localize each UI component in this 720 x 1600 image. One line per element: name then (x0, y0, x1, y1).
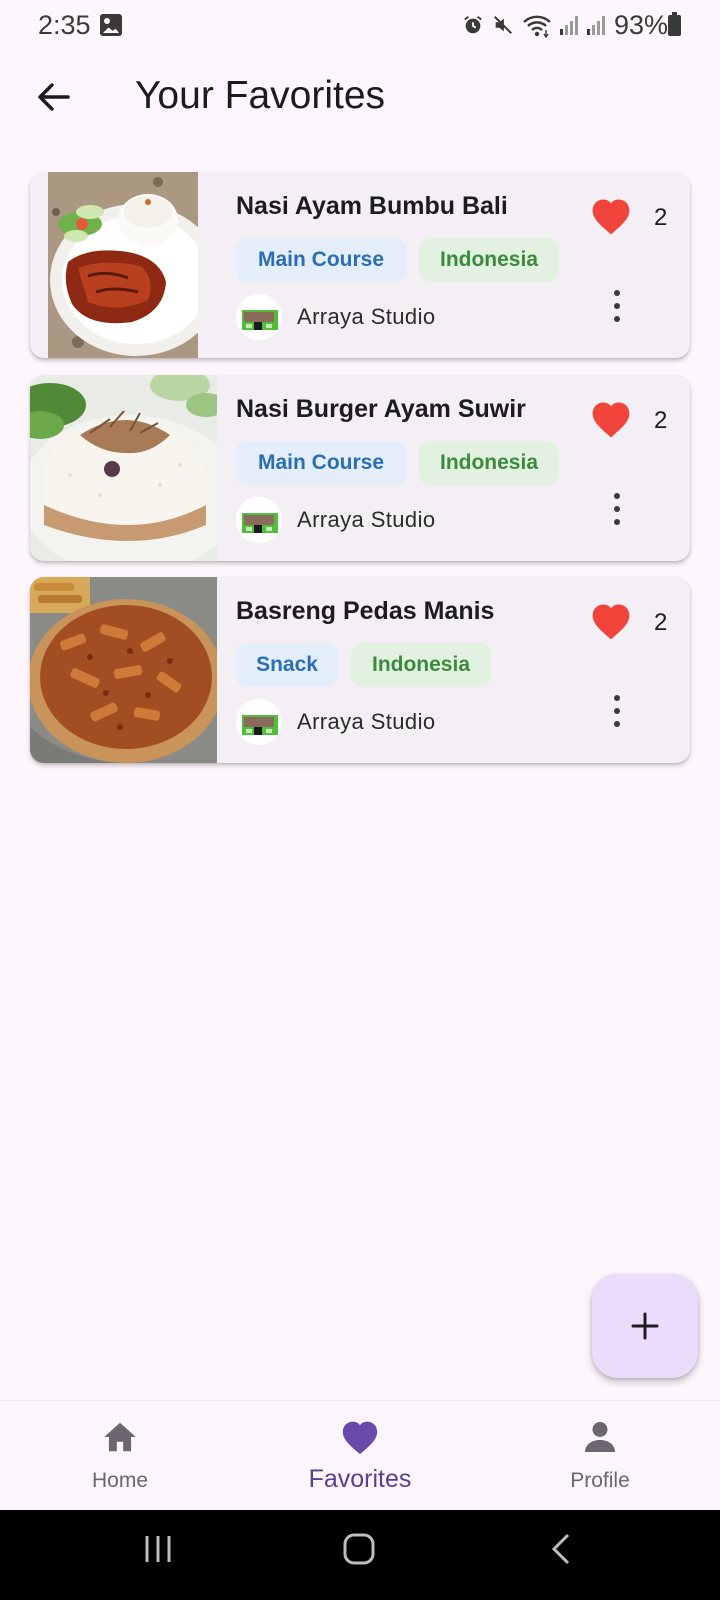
system-back-icon[interactable] (548, 1532, 574, 1566)
wifi-icon (523, 15, 551, 38)
nav-label: Favorites (308, 1465, 412, 1493)
avatar (236, 294, 282, 340)
heart-icon (592, 402, 630, 438)
more-vert-icon (614, 493, 620, 499)
author-name: Arraya Studio (297, 304, 436, 329)
mute-icon (494, 16, 512, 34)
gallery-icon (100, 14, 122, 36)
favorite-card[interactable]: Nasi Ayam Bumbu Bali Main Course Indones… (30, 172, 690, 358)
food-image (30, 375, 217, 561)
signal-icon (587, 16, 605, 35)
more-options-button[interactable] (605, 691, 629, 731)
more-options-button[interactable] (605, 489, 629, 529)
more-vert-icon (614, 695, 620, 701)
country-tag: Indonesia (419, 441, 559, 485)
home-icon (104, 1422, 136, 1452)
category-tag: Main Course (236, 441, 406, 485)
avatar (236, 699, 282, 745)
more-vert-icon (614, 506, 620, 512)
battery-percentage: 93% (614, 10, 669, 40)
status-bar: 2:35 93% (0, 0, 720, 54)
plus-icon (631, 1312, 659, 1340)
like-button[interactable] (590, 196, 632, 236)
system-navigation-bar (0, 1510, 720, 1600)
avatar (236, 497, 282, 543)
back-button[interactable] (28, 72, 78, 122)
recipe-title: Basreng Pedas Manis (236, 597, 495, 625)
like-count: 2 (654, 204, 668, 231)
heart-icon (342, 1421, 378, 1455)
favorite-card[interactable]: Nasi Burger Ayam Suwir Main Course Indon… (30, 375, 690, 561)
food-image (48, 172, 198, 358)
recent-apps-icon[interactable] (142, 1532, 174, 1566)
nav-label: Profile (570, 1469, 630, 1492)
nav-item-home[interactable]: Home (0, 1401, 240, 1511)
nav-item-profile[interactable]: Profile (480, 1401, 720, 1511)
arrow-back-icon (38, 83, 70, 111)
like-button[interactable] (590, 601, 632, 641)
recipe-title: Nasi Ayam Bumbu Bali (236, 192, 508, 220)
country-tag: Indonesia (351, 643, 491, 687)
category-tag: Snack (236, 643, 338, 687)
more-vert-icon (614, 316, 620, 322)
alarm-icon (464, 16, 482, 34)
battery-icon (668, 12, 681, 36)
person-icon (585, 1422, 615, 1452)
favorite-card[interactable]: Basreng Pedas Manis Snack Indonesia Arra… (30, 577, 690, 763)
like-button[interactable] (590, 399, 632, 439)
nav-label: Home (91, 1469, 149, 1492)
favorites-screen: 2:35 93% Your Favorites Nasi Ayam Bumbu … (0, 0, 720, 1600)
country-tag: Indonesia (419, 238, 559, 282)
app-bar: Your Favorites (0, 54, 720, 144)
like-count: 2 (654, 407, 668, 434)
food-image (30, 577, 217, 763)
status-time: 2:35 (38, 10, 91, 40)
heart-icon (592, 199, 630, 235)
more-vert-icon (614, 708, 620, 714)
author-name: Arraya Studio (297, 507, 436, 532)
page-title: Your Favorites (135, 74, 386, 117)
signal-icon (560, 16, 578, 35)
more-vert-icon (614, 721, 620, 727)
recipe-title: Nasi Burger Ayam Suwir (236, 395, 526, 423)
category-tag: Main Course (236, 238, 406, 282)
home-circle-icon[interactable] (342, 1532, 376, 1566)
heart-icon (592, 604, 630, 640)
more-vert-icon (614, 519, 620, 525)
add-recipe-button[interactable] (592, 1274, 698, 1378)
bottom-navigation: Home Favorites Profile (0, 1400, 720, 1510)
author-name: Arraya Studio (297, 709, 436, 734)
more-vert-icon (614, 303, 620, 309)
more-vert-icon (614, 290, 620, 296)
nav-item-favorites[interactable]: Favorites (240, 1401, 480, 1511)
more-options-button[interactable] (605, 286, 629, 326)
like-count: 2 (654, 609, 668, 636)
